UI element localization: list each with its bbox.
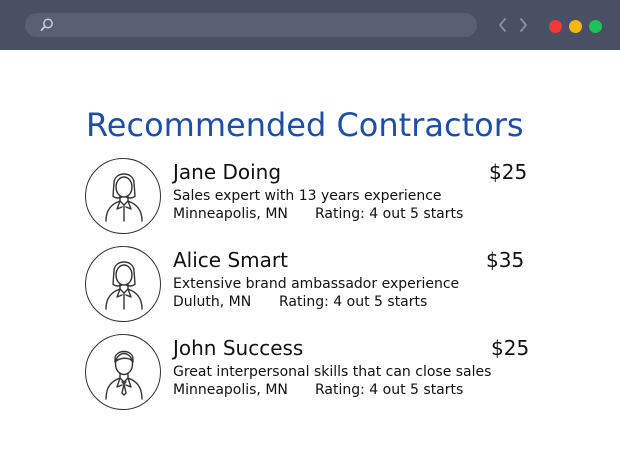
address-bar[interactable]	[25, 13, 477, 37]
contractor-rating: Rating: 4 out 5 starts	[315, 382, 464, 398]
contractor-description: Sales expert with 13 years experience	[173, 188, 442, 204]
minimize-window-dot[interactable]	[569, 20, 582, 33]
male-avatar-icon	[105, 350, 143, 400]
browser-toolbar	[0, 0, 620, 50]
page-title: Recommended Contractors	[86, 106, 524, 144]
contractor-card[interactable]: John Success $25 Great interpersonal ski…	[0, 334, 620, 414]
maximize-window-dot[interactable]	[589, 20, 602, 33]
chevron-right-icon[interactable]	[520, 18, 527, 32]
contractor-price: $35	[486, 248, 525, 272]
search-icon	[39, 17, 55, 37]
contractor-location: Minneapolis, MN	[173, 206, 288, 222]
female-avatar-icon	[105, 261, 143, 310]
contractor-rating: Rating: 4 out 5 starts	[279, 294, 428, 310]
navigation-arrows	[497, 16, 533, 34]
contractor-name[interactable]: Alice Smart	[173, 248, 288, 272]
contractor-price: $25	[491, 336, 530, 360]
close-window-dot[interactable]	[549, 20, 562, 33]
contractor-name[interactable]: John Success	[173, 336, 303, 360]
female-avatar-icon	[105, 173, 143, 222]
chevron-left-icon[interactable]	[499, 18, 506, 32]
contractor-card[interactable]: Alice Smart $35 Extensive brand ambassad…	[0, 246, 620, 326]
avatar	[85, 158, 161, 234]
avatar	[85, 246, 161, 322]
contractor-name[interactable]: Jane Doing	[173, 160, 281, 184]
contractor-location: Duluth, MN	[173, 294, 252, 310]
contractor-rating: Rating: 4 out 5 starts	[315, 206, 464, 222]
avatar	[85, 334, 161, 410]
contractor-description: Extensive brand ambassador experience	[173, 276, 460, 292]
contractor-description: Great interpersonal skills that can clos…	[173, 364, 492, 380]
contractor-card[interactable]: Jane Doing $25 Sales expert with 13 year…	[0, 158, 620, 238]
contractor-location: Minneapolis, MN	[173, 382, 288, 398]
contractor-price: $25	[489, 160, 528, 184]
